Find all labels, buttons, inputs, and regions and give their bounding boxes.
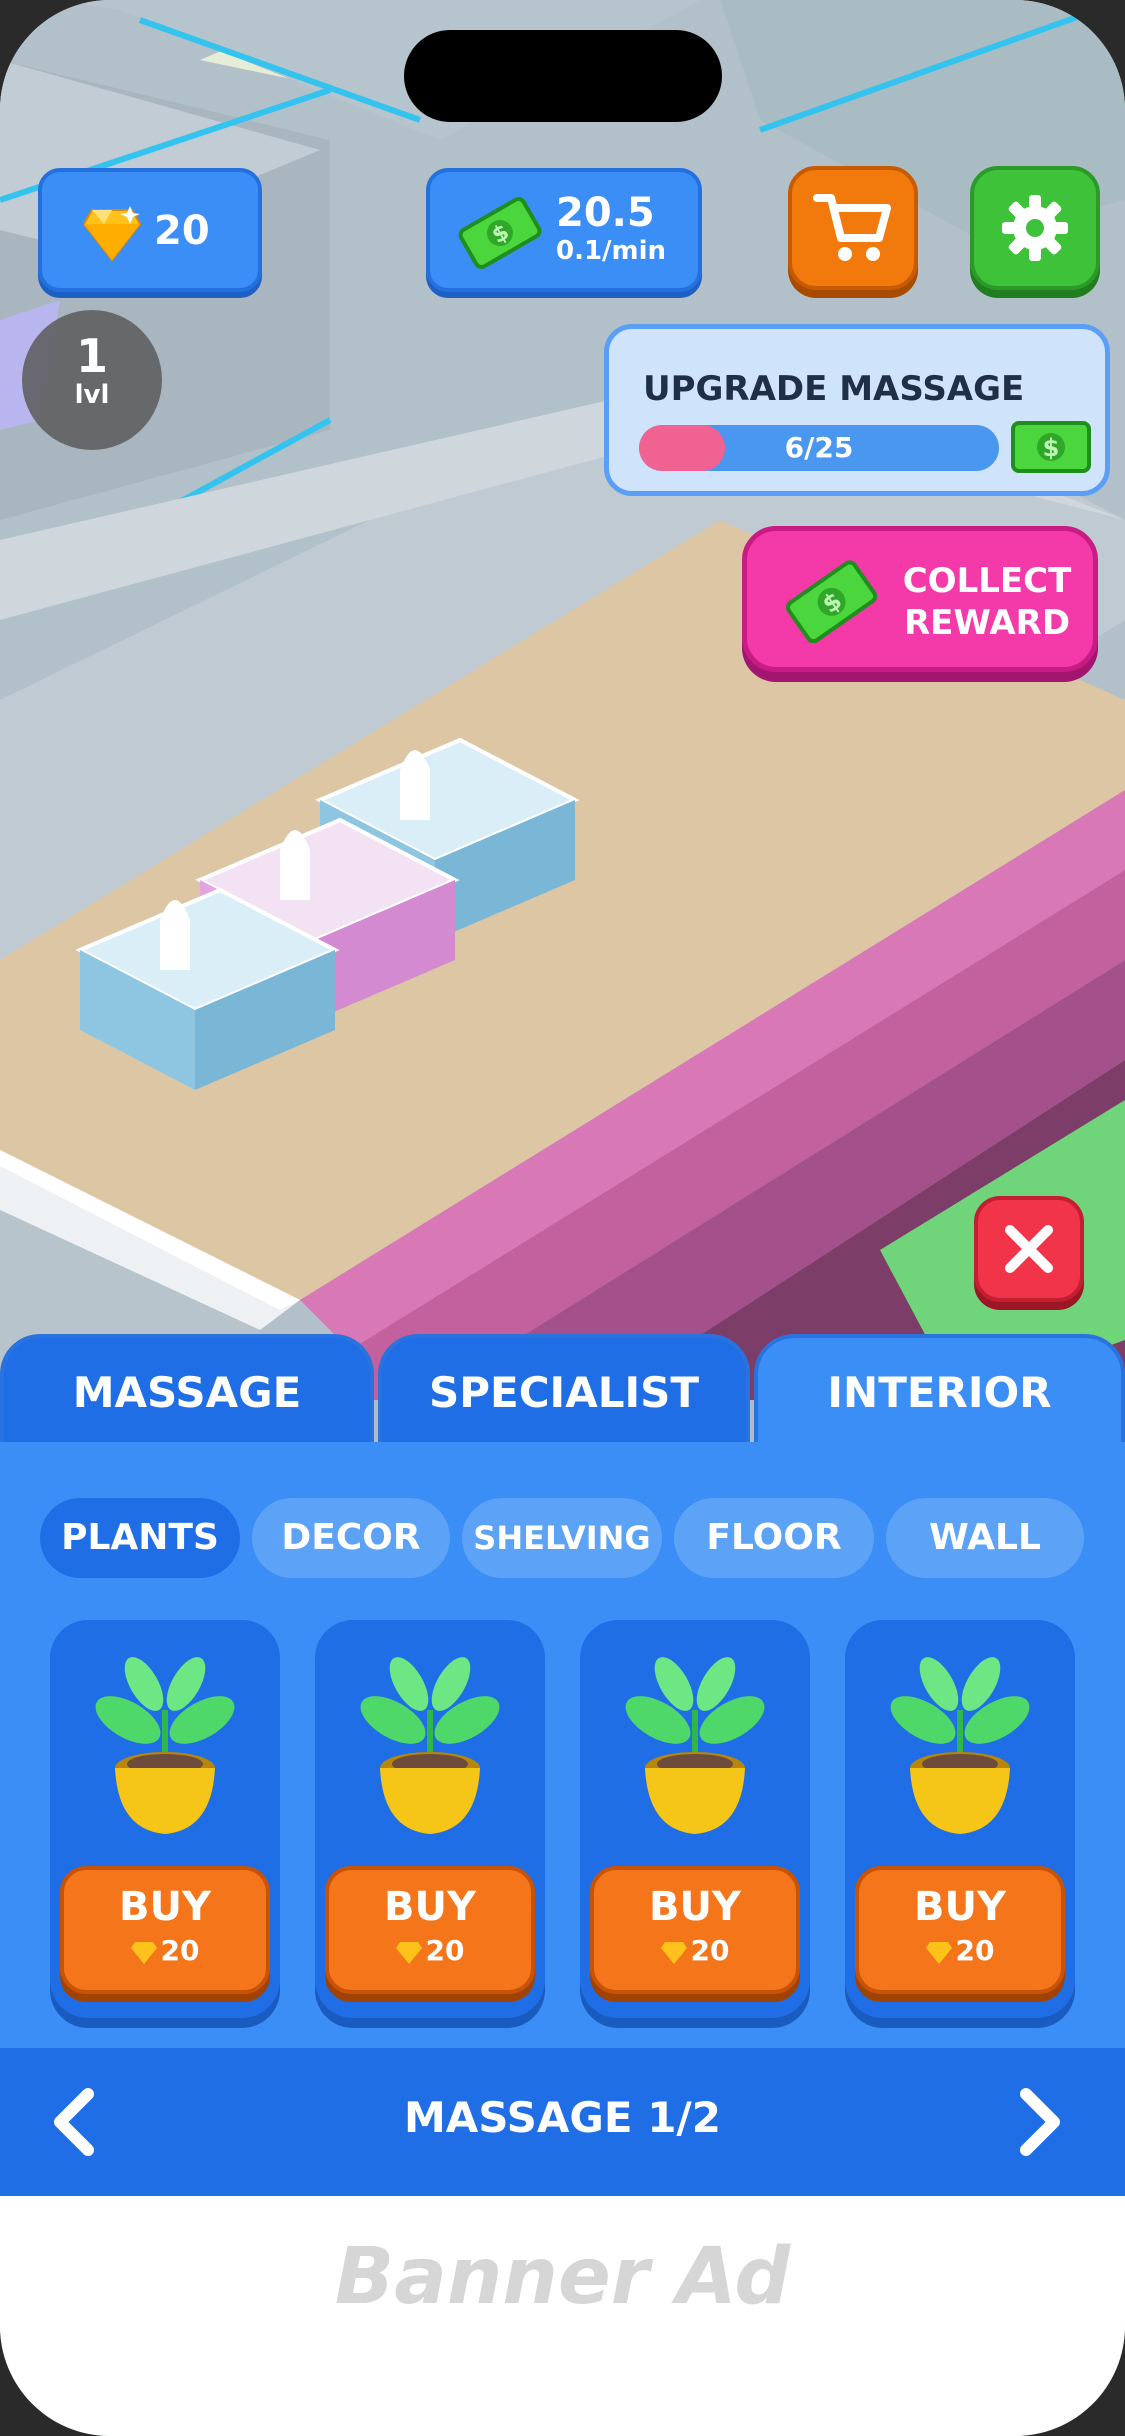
category-shelving[interactable]: SHELVING <box>462 1498 662 1578</box>
price: 20 <box>329 1934 531 1967</box>
buy-button[interactable]: BUY 20 <box>60 1866 270 1994</box>
phone-screen: 20 $ 20.5 0.1/min 1 lvl UPGRADE MASSAGE … <box>0 0 1125 2436</box>
price-value: 20 <box>690 1934 730 1967</box>
level-unit: lvl <box>74 380 110 410</box>
cash-icon: $ <box>785 560 877 643</box>
upgrade-title: UPGRADE MASSAGE <box>643 369 1025 409</box>
price: 20 <box>859 1934 1061 1967</box>
collect-label-line1: COLLECT <box>902 561 1072 601</box>
cash-icon: $ <box>458 197 542 269</box>
cash-icon: $ <box>1011 421 1091 473</box>
shopping-cart-icon <box>813 194 891 261</box>
shop-item-card[interactable]: BUY 20 <box>50 1620 280 2018</box>
pager-title: MASSAGE 1/2 <box>404 2093 721 2142</box>
gear-icon <box>1002 195 1068 261</box>
shop-item-card[interactable]: BUY 20 <box>845 1620 1075 2018</box>
pager-bar: MASSAGE 1/2 <box>0 2048 1125 2196</box>
banner-ad[interactable]: Banner Ad <box>0 2196 1125 2436</box>
banner-ad-label: Banner Ad <box>334 2232 791 2322</box>
shop-panel: MASSAGE SPECIALIST INTERIOR PLANTS DECOR… <box>0 1334 1125 2436</box>
shop-item-card[interactable]: BUY 20 <box>580 1620 810 2018</box>
category-floor[interactable]: FLOOR <box>674 1498 874 1578</box>
potted-plant-icon <box>360 1657 500 1834</box>
cash-amount: 20.5 <box>556 190 655 236</box>
level-number: 1 <box>75 329 108 383</box>
svg-text:$: $ <box>1043 434 1060 462</box>
potted-plant-icon <box>95 1657 235 1834</box>
potted-plant-icon <box>625 1657 765 1834</box>
potted-plant-icon <box>890 1657 1030 1834</box>
shop-panel-body: PLANTS DECOR SHELVING FLOOR WALL BUY 20 … <box>0 1442 1125 2048</box>
buy-label: BUY <box>914 1884 1006 1930</box>
cash-counter: $ 20.5 0.1/min <box>426 168 702 292</box>
price: 20 <box>594 1934 796 1967</box>
gem-count: 20 <box>154 208 210 254</box>
shop-item-card[interactable]: BUY 20 <box>315 1620 545 2018</box>
category-decor[interactable]: DECOR <box>252 1498 450 1578</box>
upgrade-progress-bar: 6/25 <box>639 425 999 471</box>
upgrade-progress-text: 6/25 <box>784 431 854 464</box>
price: 20 <box>64 1934 266 1967</box>
camera-notch <box>404 30 722 122</box>
close-icon <box>1005 1225 1053 1273</box>
gem-icon <box>395 1942 422 1964</box>
category-plants[interactable]: PLANTS <box>40 1498 240 1578</box>
gem-icon <box>82 206 142 262</box>
gem-icon <box>660 1942 687 1964</box>
buy-button[interactable]: BUY 20 <box>325 1866 535 1994</box>
tab-interior[interactable]: INTERIOR <box>754 1334 1125 1446</box>
buy-button[interactable]: BUY 20 <box>590 1866 800 1994</box>
collect-reward-button[interactable]: $ COLLECT REWARD <box>742 526 1098 672</box>
price-value: 20 <box>955 1934 995 1967</box>
category-wall[interactable]: WALL <box>886 1498 1084 1578</box>
shop-button[interactable] <box>788 166 918 290</box>
buy-button[interactable]: BUY 20 <box>855 1866 1065 1994</box>
tab-massage[interactable]: MASSAGE <box>0 1334 374 1446</box>
collect-label-line2: REWARD <box>903 603 1071 643</box>
buy-label: BUY <box>649 1884 741 1930</box>
gem-icon <box>130 1942 157 1964</box>
settings-button[interactable] <box>970 166 1100 290</box>
buy-label: BUY <box>384 1884 476 1930</box>
price-value: 20 <box>425 1934 465 1967</box>
chevron-right-icon[interactable] <box>998 2082 1078 2162</box>
cash-rate: 0.1/min <box>556 236 667 266</box>
gem-counter: 20 <box>38 168 262 292</box>
upgrade-panel[interactable]: UPGRADE MASSAGE 6/25 $ <box>604 324 1110 496</box>
price-value: 20 <box>160 1934 200 1967</box>
gem-icon <box>925 1942 952 1964</box>
close-button[interactable] <box>974 1196 1084 1302</box>
level-badge: 1 lvl <box>22 310 162 450</box>
tab-specialist[interactable]: SPECIALIST <box>378 1334 750 1446</box>
buy-label: BUY <box>119 1884 211 1930</box>
